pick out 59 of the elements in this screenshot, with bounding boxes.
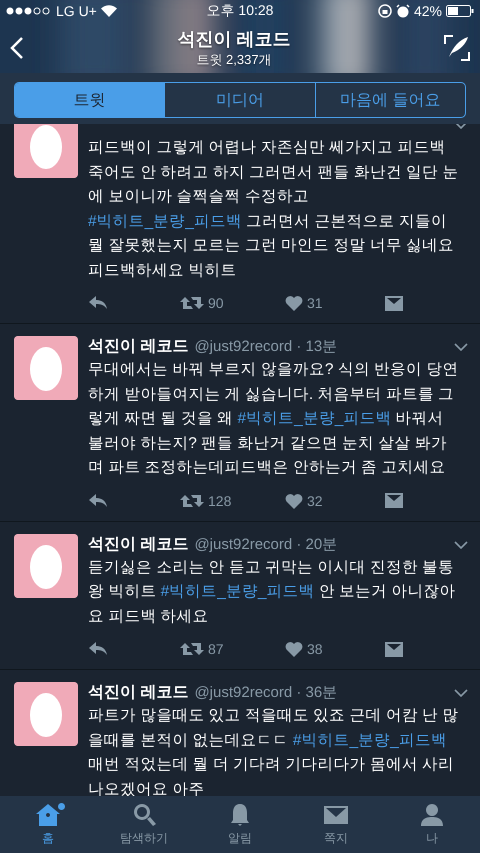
reply-icon[interactable] — [88, 295, 108, 311]
author-name[interactable]: 석진이 레코드 — [88, 336, 188, 358]
nav-tab[interactable]: 홈 — [0, 796, 96, 853]
handle-time: @just92record · 20분 — [194, 534, 338, 554]
retweet-icon[interactable] — [180, 492, 204, 508]
retweet-icon[interactable] — [180, 641, 204, 657]
handle-time: @just92record · 13분 — [194, 337, 338, 357]
profile-name: 석진이 레코드 — [177, 28, 290, 50]
battery-icon — [446, 5, 474, 17]
heart-icon[interactable] — [285, 492, 303, 508]
clock-time: 오후 10:28 — [206, 2, 274, 20]
nav-tab[interactable]: 알림 — [192, 796, 288, 853]
battery-percent: 42% — [414, 3, 442, 19]
carrier-name: LG U+ — [56, 3, 97, 19]
back-icon[interactable] — [10, 36, 24, 60]
alarm-icon — [396, 4, 410, 18]
retweet-icon[interactable] — [180, 295, 204, 311]
like-count: 32 — [307, 492, 323, 508]
chevron-icon[interactable] — [454, 343, 468, 351]
segment-tab[interactable]: 미디어 — [164, 83, 315, 117]
tweet-text: 피드백이 그렇게 어렵나 자존심만 쎄가지고 피드백 죽어도 안 하려고 하지 그러면서 팬들 화난건 일단 눈에 보이니까 슬쩍슬쩍 수정하고 #빅히트_분량_피드백 그러면서 근본적으로 지들이 뭘 잘못했는지 모르는 그런 마인드 정말 너무 싫네요 피드백하세요 빅히트 — [88, 138, 460, 280]
segment-tab[interactable]: 마음에 들어요 — [314, 83, 465, 117]
tweet-text: 듣기싫은 소리는 안 듣고 귀막는 이시대 진정한 불통왕 빅히트 #빅히트_분량_피드백 안 보는거 아니잖아요 피드백 하세요 — [88, 558, 456, 626]
bell-icon — [228, 802, 252, 826]
hashtag-link[interactable]: #빅히트_분량_피드백 — [88, 212, 242, 230]
chevron-icon[interactable] — [454, 540, 468, 548]
retweet-count: 90 — [208, 295, 224, 311]
person-icon — [420, 802, 444, 826]
segment-tab[interactable]: 트윗 — [15, 83, 164, 117]
handle-time: @just92record · 36분 — [194, 683, 338, 703]
heart-icon[interactable] — [285, 641, 303, 657]
retweet-count: 128 — [208, 492, 232, 508]
like-count: 31 — [307, 295, 323, 311]
compose-icon[interactable] — [444, 34, 470, 60]
signal-icon — [6, 7, 52, 15]
reply-icon[interactable] — [88, 641, 108, 657]
rotation-lock-icon — [378, 4, 392, 18]
author-name[interactable]: 석진이 레코드 — [88, 534, 188, 556]
message-icon[interactable] — [385, 642, 403, 656]
search-icon — [132, 802, 156, 826]
nav-tab[interactable]: 탐색하기 — [96, 796, 192, 853]
message-icon[interactable] — [385, 296, 403, 310]
tweet-count: 트윗 2,337개 — [196, 50, 272, 68]
hashtag-link[interactable]: #빅히트_분량_피드백 — [238, 410, 392, 427]
retweet-count: 87 — [208, 641, 224, 657]
tweet-text: 무대에서는 바꿔 부르지 않을까요? 식의 반응이 당연하게 받아들여지는 게 싫습니다. 처음부터 파트를 그렇게 짜면 될 것을 왜 #빅히트_분량_피드백 바꿔서 불러야 하는지? 팬들 화난거 같으면 눈치 살살 봐가며 파트 조정하는데피드백은 안하는거 좀 고치세요 — [88, 360, 460, 478]
chevron-icon[interactable] — [454, 689, 468, 697]
heart-icon[interactable] — [285, 295, 303, 311]
hashtag-link[interactable]: #빅히트_분량_피드백 — [292, 732, 447, 748]
reply-icon[interactable] — [88, 492, 108, 508]
like-count: 38 — [307, 641, 323, 657]
wifi-icon — [100, 5, 117, 17]
tweet-text: 파트가 많을때도 있고 적을때도 있죠 근데 어캄 난 많을때를 본적이 없는데요ㄷㄷ #빅히트_분량_피드백 매번 적었는데 뭘 더 기다려 기다리다가 몸에서 사리 나오겠어요 아주 — [88, 706, 460, 796]
nav-tab[interactable]: 나 — [384, 796, 480, 853]
author-name[interactable]: 석진이 레코드 — [88, 682, 188, 704]
birdhouse-icon — [36, 802, 60, 826]
message-icon[interactable] — [385, 493, 403, 508]
hashtag-link[interactable]: #빅히트_분량_피드백 — [160, 583, 314, 600]
nav-tab[interactable]: 쪽지 — [288, 796, 384, 853]
